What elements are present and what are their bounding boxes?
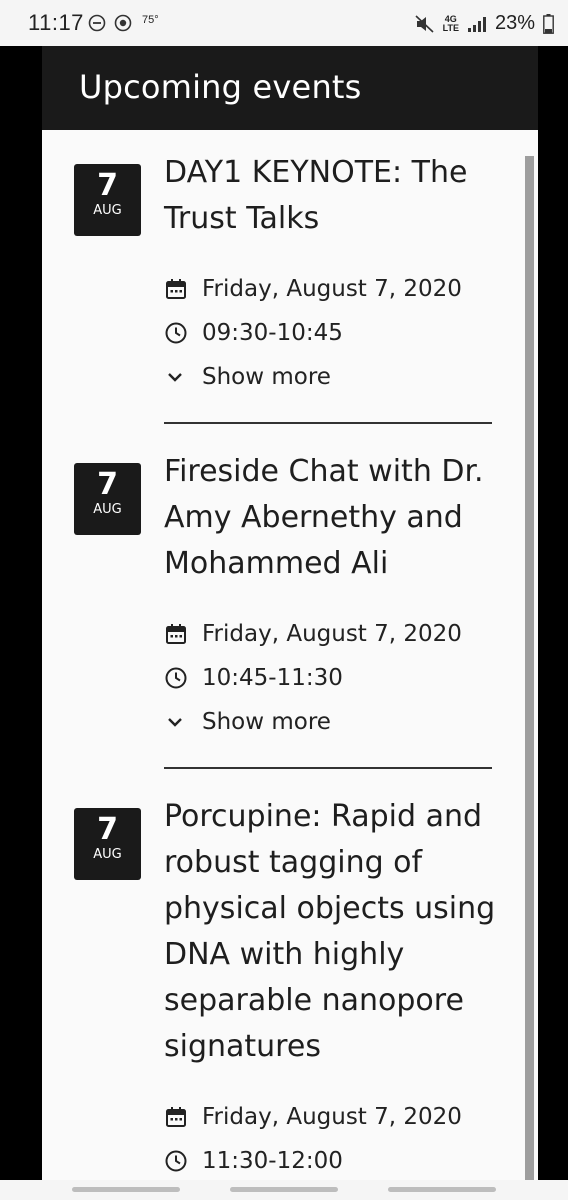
event-time: 11:30-12:00 bbox=[202, 1148, 343, 1174]
events-panel: Upcoming events 7 AUG DAY1 KEYNOTE: The … bbox=[42, 46, 538, 1180]
network-indicator: 4G LTE bbox=[442, 14, 459, 33]
event-title-line: DAY1 KEYNOTE: The bbox=[164, 155, 468, 190]
weather-icon bbox=[114, 14, 132, 32]
status-left-icons: 75° bbox=[88, 14, 159, 32]
event-title-line: Mohammed Ali bbox=[164, 546, 389, 581]
event-time: 10:45-11:30 bbox=[202, 665, 343, 691]
date-month: AUG bbox=[93, 502, 122, 517]
event-time-row: 10:45-11:30 bbox=[164, 663, 343, 693]
event-title-line: signatures bbox=[164, 1029, 321, 1064]
date-badge: 7 AUG bbox=[74, 808, 141, 880]
calendar-icon bbox=[166, 279, 186, 299]
chevron-down-icon bbox=[168, 373, 182, 382]
event-divider bbox=[164, 422, 492, 424]
panel-header: Upcoming events bbox=[42, 46, 538, 130]
calendar-icon bbox=[166, 1107, 186, 1127]
show-more-button[interactable]: Show more bbox=[164, 709, 331, 735]
event-title-line: Amy Abernethy and bbox=[164, 500, 463, 535]
date-day: 7 bbox=[97, 812, 118, 847]
scrollbar-thumb[interactable] bbox=[525, 156, 534, 1180]
date-month: AUG bbox=[93, 847, 122, 862]
mute-icon bbox=[415, 14, 434, 33]
date-badge: 7 AUG bbox=[74, 164, 141, 236]
chevron-down-icon bbox=[168, 718, 182, 727]
network-sublabel: LTE bbox=[442, 22, 459, 33]
status-temperature: 75° bbox=[142, 14, 159, 26]
status-right-icons: 4G LTE 23% bbox=[415, 12, 554, 35]
event-title[interactable]: Porcupine: Rapid and robust tagging of p… bbox=[164, 794, 504, 1070]
event-title-line: physical objects using bbox=[164, 891, 496, 926]
event-title-line: separable nanopore bbox=[164, 983, 464, 1018]
event-time-row: 11:30-12:00 bbox=[164, 1146, 343, 1176]
event-title-line: Porcupine: Rapid and bbox=[164, 799, 483, 834]
date-month: AUG bbox=[93, 203, 122, 218]
clock-icon bbox=[165, 322, 187, 344]
event-date-row: Friday, August 7, 2020 bbox=[164, 274, 462, 304]
event-date: Friday, August 7, 2020 bbox=[202, 621, 462, 647]
nav-back-button[interactable] bbox=[388, 1187, 496, 1192]
event-title-line: Trust Talks bbox=[164, 201, 320, 236]
status-bar: 11:17 75° 4G LTE 23% bbox=[0, 0, 568, 46]
event-title-line: DNA with highly bbox=[164, 937, 405, 972]
battery-icon bbox=[543, 13, 554, 34]
event-date-row: Friday, August 7, 2020 bbox=[164, 619, 462, 649]
show-more-button[interactable]: Show more bbox=[164, 364, 331, 390]
battery-percent: 23% bbox=[494, 12, 535, 34]
clock-icon bbox=[165, 1150, 187, 1172]
event-title[interactable]: Fireside Chat with Dr. Amy Abernethy and… bbox=[164, 449, 504, 587]
clock-icon bbox=[165, 667, 187, 689]
event-date: Friday, August 7, 2020 bbox=[202, 1104, 462, 1130]
system-nav-bar bbox=[0, 1180, 568, 1200]
event-title-line: Fireside Chat with Dr. bbox=[164, 454, 484, 489]
date-badge: 7 AUG bbox=[74, 463, 141, 535]
date-day: 7 bbox=[97, 168, 118, 203]
do-not-disturb-icon bbox=[88, 14, 106, 32]
panel-title: Upcoming events bbox=[79, 68, 362, 106]
event-date: Friday, August 7, 2020 bbox=[202, 276, 462, 302]
nav-recents-button[interactable] bbox=[72, 1187, 180, 1192]
event-title[interactable]: DAY1 KEYNOTE: The Trust Talks bbox=[164, 150, 504, 242]
nav-home-button[interactable] bbox=[230, 1187, 338, 1192]
status-time: 11:17 bbox=[28, 10, 84, 35]
scrollbar-track[interactable] bbox=[525, 156, 534, 1180]
event-time: 09:30-10:45 bbox=[202, 320, 343, 346]
show-more-label: Show more bbox=[202, 364, 331, 390]
signal-icon bbox=[467, 16, 486, 32]
event-title-line: robust tagging of bbox=[164, 845, 423, 880]
event-date-row: Friday, August 7, 2020 bbox=[164, 1102, 462, 1132]
calendar-icon bbox=[166, 624, 186, 644]
event-divider bbox=[164, 767, 492, 769]
show-more-label: Show more bbox=[202, 709, 331, 735]
date-day: 7 bbox=[97, 467, 118, 502]
event-time-row: 09:30-10:45 bbox=[164, 318, 343, 348]
